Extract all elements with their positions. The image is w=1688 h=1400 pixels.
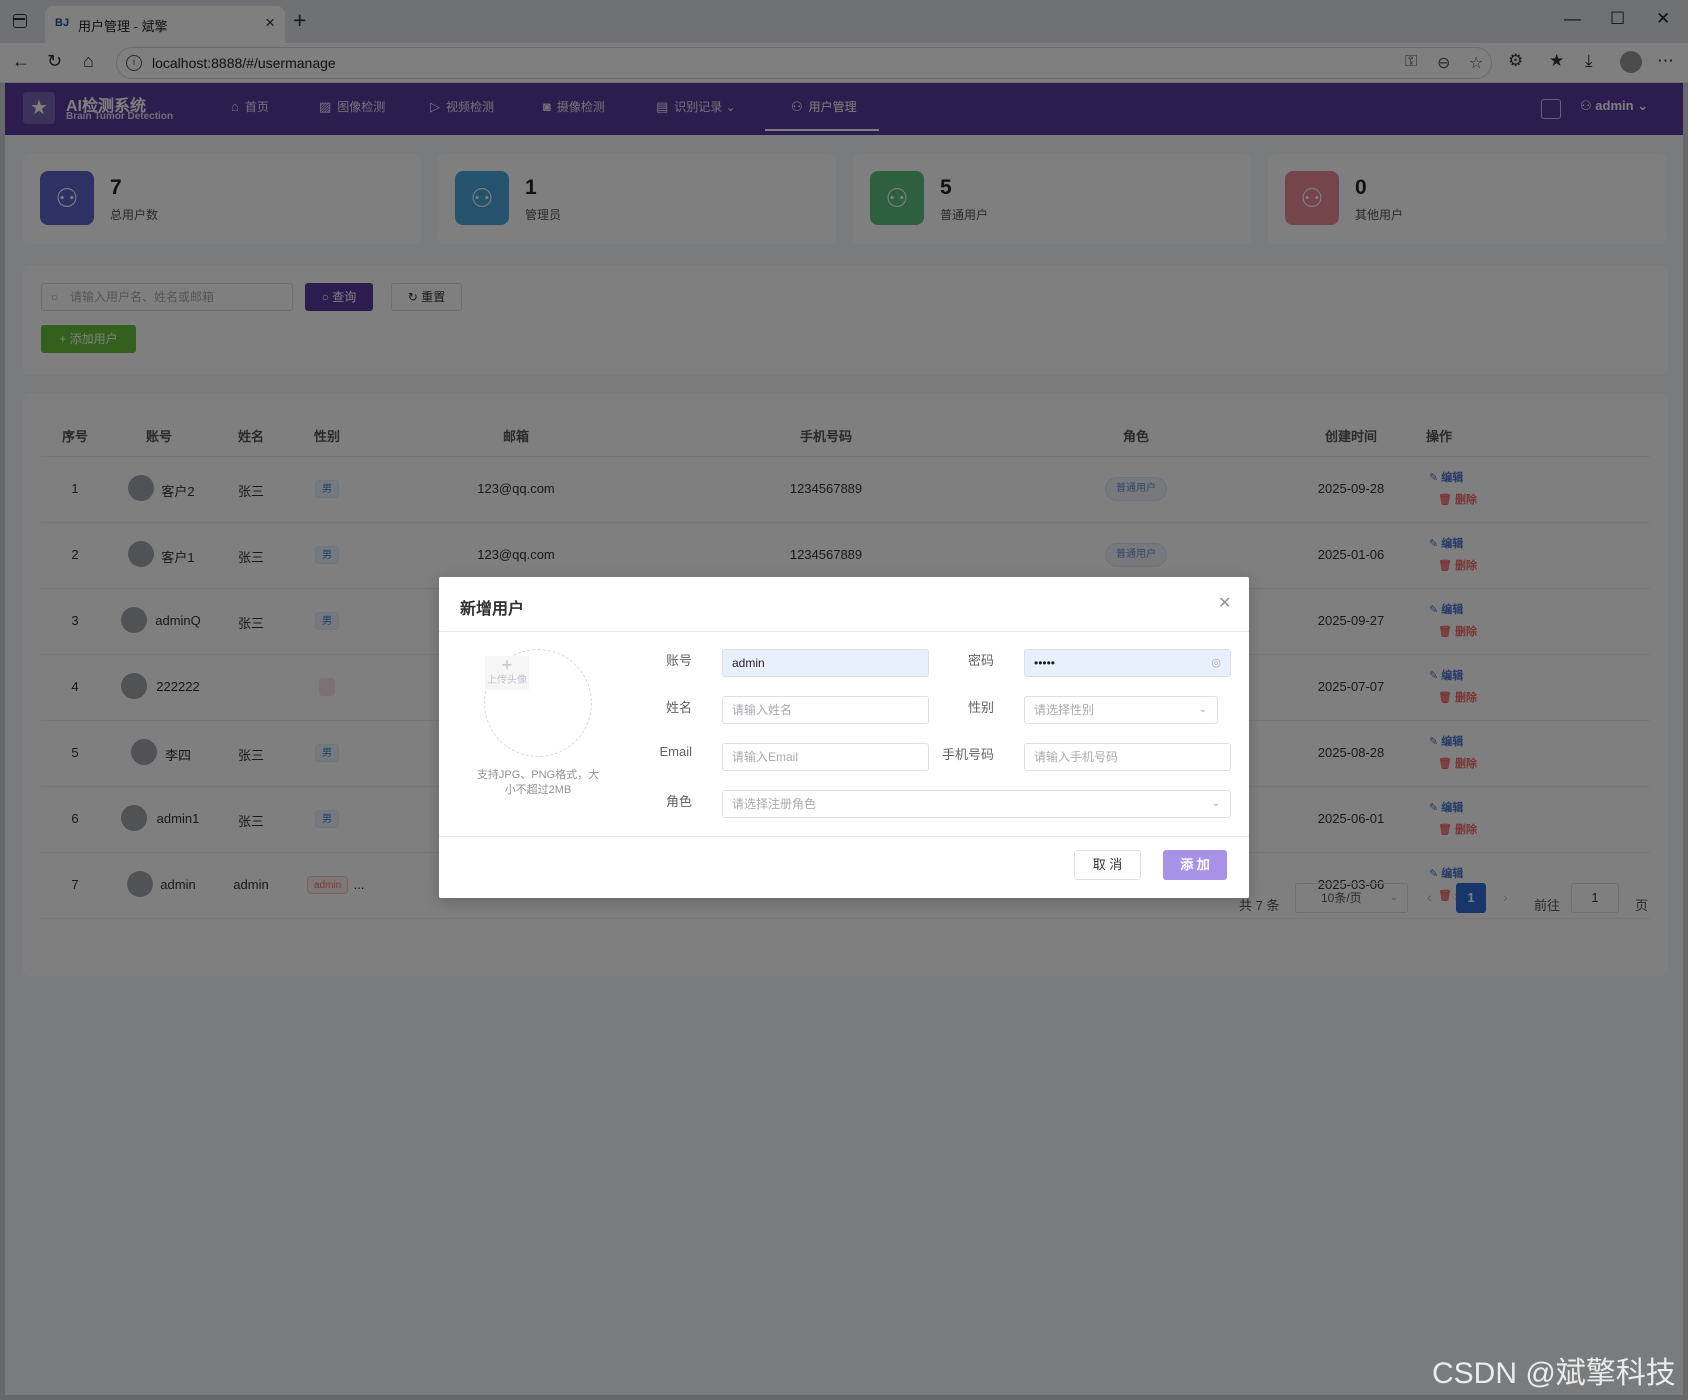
password-value: •••••	[1034, 656, 1056, 670]
email-field[interactable]: 请输入Email	[722, 743, 929, 771]
name-field[interactable]: 请输入姓名	[722, 696, 929, 724]
chevron-down-icon: ⌄	[1198, 704, 1207, 715]
upload-text: 上传头像	[487, 675, 527, 686]
add-user-dialog: 新增用户 ✕ + 上传头像 支持JPG、PNG格式，大小不超过2MB 账号 ad…	[439, 577, 1249, 898]
password-field[interactable]: ••••• ◎	[1024, 649, 1231, 677]
gender-select[interactable]: 请选择性别 ⌄	[1024, 696, 1218, 724]
cancel-button[interactable]: 取 消	[1074, 850, 1141, 880]
watermark: CSDN @斌擎科技	[1432, 1357, 1676, 1390]
account-label: 账号	[665, 653, 692, 668]
avatar-uploader[interactable]: + 上传头像	[484, 649, 592, 757]
phone-placeholder: 请输入手机号码	[1034, 750, 1119, 764]
dialog-title: 新增用户	[460, 601, 525, 618]
eye-off-icon[interactable]: ◎	[1211, 650, 1221, 676]
plus-icon: +	[501, 655, 513, 675]
dialog-footer-divider	[439, 836, 1249, 837]
password-label: 密码	[967, 653, 994, 668]
phone-field[interactable]: 请输入手机号码	[1024, 743, 1231, 771]
gender-placeholder: 请选择性别	[1034, 703, 1095, 717]
email-label: Email	[659, 744, 692, 759]
account-value: admin	[732, 656, 765, 670]
role-label: 角色	[665, 794, 692, 809]
email-placeholder: 请输入Email	[732, 750, 799, 764]
dialog-header: 新增用户 ✕	[439, 577, 1249, 632]
name-placeholder: 请输入姓名	[732, 703, 793, 717]
phone-label: 手机号码	[941, 747, 994, 762]
upload-placeholder: + 上传头像	[485, 656, 529, 690]
name-label: 姓名	[665, 700, 692, 715]
role-select[interactable]: 请选择注册角色 ⌄	[722, 790, 1231, 818]
account-field[interactable]: admin	[722, 649, 929, 677]
close-icon[interactable]: ✕	[1218, 593, 1231, 613]
submit-add-button[interactable]: 添 加	[1163, 850, 1227, 880]
role-placeholder: 请选择注册角色	[732, 797, 817, 811]
chevron-down-icon: ⌄	[1211, 798, 1220, 809]
upload-tip: 支持JPG、PNG格式，大小不超过2MB	[476, 769, 600, 796]
gender-label: 性别	[967, 700, 994, 715]
